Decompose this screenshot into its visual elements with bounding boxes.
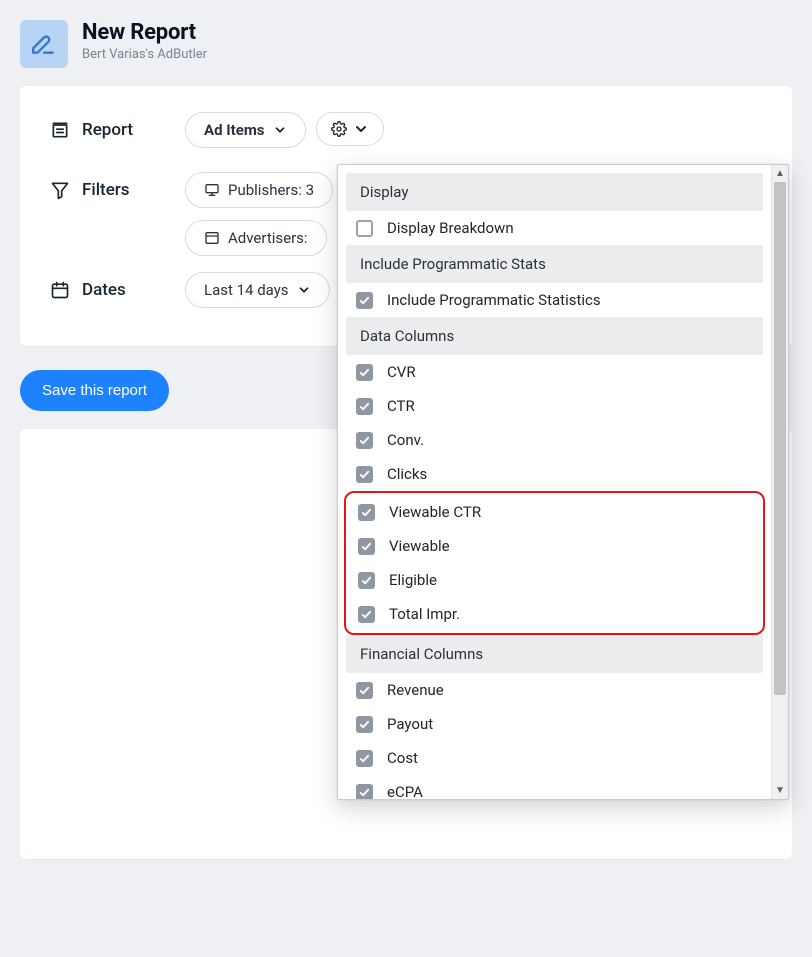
scroll-down-arrow[interactable]: ▼ xyxy=(772,782,788,799)
checkbox-checked-icon xyxy=(356,432,373,449)
dropdown-scrollbar[interactable]: ▲ ▼ xyxy=(771,165,788,799)
report-icon xyxy=(50,120,70,140)
dropdown-item[interactable]: Viewable CTR xyxy=(348,495,761,529)
scroll-thumb[interactable] xyxy=(774,182,786,695)
row-label-dates: Dates xyxy=(50,272,185,300)
chevron-down-icon xyxy=(297,283,311,297)
page-subtitle: Bert Varias's AdButler xyxy=(82,47,207,62)
dropdown-item[interactable]: Total Impr. xyxy=(348,597,761,631)
dropdown-section-header: Include Programmatic Stats xyxy=(346,245,763,283)
dropdown-item-label: Display Breakdown xyxy=(387,219,514,237)
dropdown-item[interactable]: Display Breakdown xyxy=(346,211,763,245)
dropdown-item-label: Payout xyxy=(387,715,433,733)
row-label-filters: Filters xyxy=(50,172,185,200)
checkbox-checked-icon xyxy=(358,606,375,623)
scroll-up-arrow[interactable]: ▲ xyxy=(772,165,788,182)
dropdown-item-label: Cost xyxy=(387,749,418,767)
dropdown-item[interactable]: CVR xyxy=(346,355,763,389)
dropdown-item-label: Clicks xyxy=(387,465,427,483)
checkbox-checked-icon xyxy=(358,538,375,555)
highlighted-items-box: Viewable CTR Viewable Eligible Total Impr. xyxy=(344,491,765,635)
dropdown-item[interactable]: Clicks xyxy=(346,457,763,491)
row-label-report: Report xyxy=(50,112,185,140)
report-edit-icon xyxy=(20,20,68,68)
monitor-icon xyxy=(204,182,220,198)
dropdown-item-label: Viewable xyxy=(389,537,450,555)
dropdown-item[interactable]: Viewable xyxy=(348,529,761,563)
page-header: New Report Bert Varias's AdButler xyxy=(20,20,792,68)
dropdown-item-label: Conv. xyxy=(387,431,424,449)
report-type-button[interactable]: Ad Items xyxy=(185,112,306,148)
dropdown-section-header: Data Columns xyxy=(346,317,763,355)
checkbox-checked-icon xyxy=(356,750,373,767)
date-range-button[interactable]: Last 14 days xyxy=(185,272,330,308)
dropdown-item[interactable]: CTR xyxy=(346,389,763,423)
dropdown-item[interactable]: Payout xyxy=(346,707,763,741)
dropdown-section-header: Financial Columns xyxy=(346,635,763,673)
dropdown-item-label: CVR xyxy=(387,363,416,381)
funnel-icon xyxy=(50,180,70,200)
window-icon xyxy=(204,230,220,246)
dropdown-item-label: Eligible xyxy=(389,571,437,589)
dropdown-item[interactable]: Cost xyxy=(346,741,763,775)
gear-icon xyxy=(331,121,347,137)
dropdown-item[interactable]: Include Programmatic Statistics xyxy=(346,283,763,317)
dropdown-item-label: Revenue xyxy=(387,681,444,699)
page-title: New Report xyxy=(82,20,207,45)
chevron-down-icon xyxy=(353,121,369,137)
checkbox-unchecked-icon xyxy=(356,220,373,237)
dropdown-item[interactable]: Revenue xyxy=(346,673,763,707)
filter-advertisers-button[interactable]: Advertisers: xyxy=(185,220,327,256)
dropdown-item-label: Total Impr. xyxy=(389,605,460,623)
dropdown-section-header: Display xyxy=(346,173,763,211)
chevron-down-icon xyxy=(273,123,287,137)
checkbox-checked-icon xyxy=(358,504,375,521)
calendar-icon xyxy=(50,280,70,300)
dropdown-item-label: eCPA xyxy=(387,783,423,799)
checkbox-checked-icon xyxy=(356,292,373,309)
filter-publishers-button[interactable]: Publishers: 3 xyxy=(185,172,333,208)
checkbox-checked-icon xyxy=(356,784,373,800)
checkbox-checked-icon xyxy=(356,364,373,381)
dropdown-item-label: Include Programmatic Statistics xyxy=(387,291,601,309)
checkbox-checked-icon xyxy=(356,682,373,699)
dropdown-item[interactable]: eCPA xyxy=(346,775,763,799)
checkbox-checked-icon xyxy=(356,398,373,415)
dropdown-item[interactable]: Conv. xyxy=(346,423,763,457)
checkbox-checked-icon xyxy=(356,466,373,483)
dropdown-item[interactable]: Eligible xyxy=(348,563,761,597)
report-settings-button[interactable] xyxy=(316,112,384,146)
settings-dropdown: Display Display Breakdown Include Programm… xyxy=(337,164,789,800)
dropdown-item-label: CTR xyxy=(387,397,415,415)
checkbox-checked-icon xyxy=(356,716,373,733)
checkbox-checked-icon xyxy=(358,572,375,589)
dropdown-item-label: Viewable CTR xyxy=(389,503,481,521)
save-report-button[interactable]: Save this report xyxy=(20,370,169,411)
